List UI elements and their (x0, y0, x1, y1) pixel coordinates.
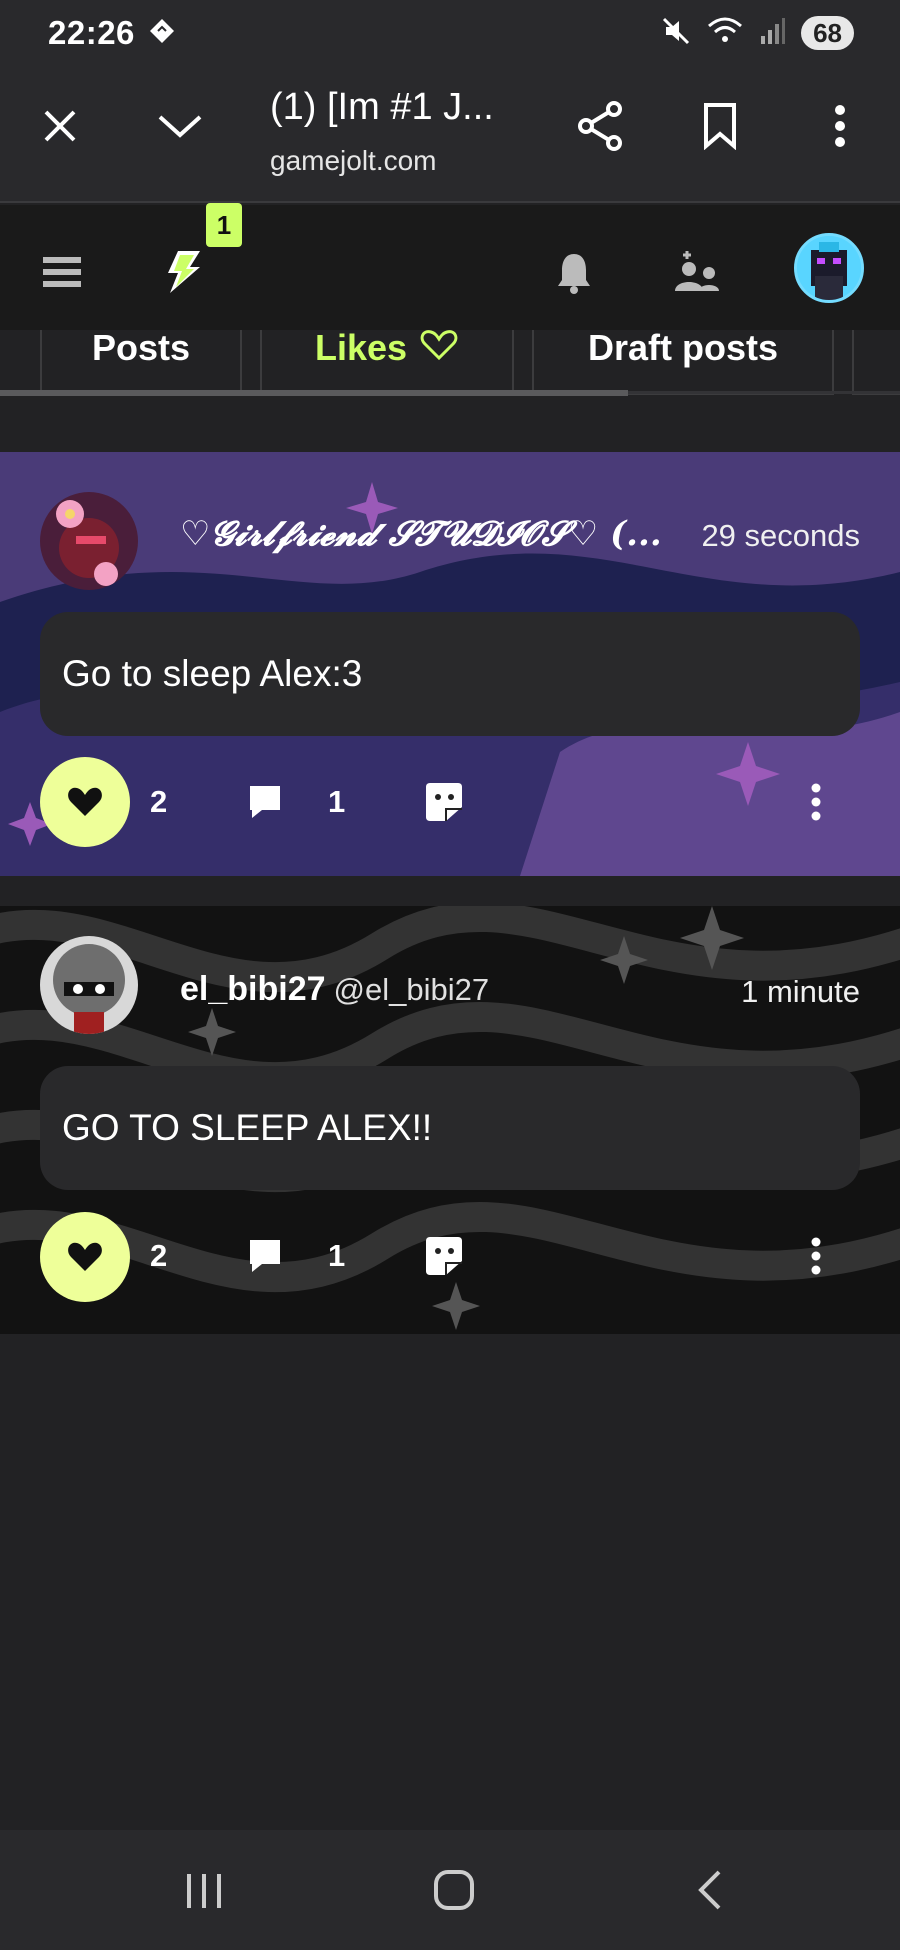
mute-icon (661, 16, 691, 51)
signal-icon (759, 16, 786, 51)
tiktok-diamond-icon (149, 18, 175, 49)
post-card[interactable]: el_bibi27 @el_bibi27 1 minute GO TO SLEEP… (0, 906, 900, 1334)
system-navigation-bar (0, 1830, 900, 1950)
post-timestamp[interactable]: 29 seconds (701, 518, 860, 554)
chevron-down-icon[interactable] (150, 96, 210, 156)
status-bar: 22:26 68 (0, 0, 900, 66)
tab-title[interactable]: (1) [Im #1 J... (270, 86, 494, 129)
tab-draft-posts[interactable]: Draft posts (532, 330, 834, 395)
tab-scroll-indicator (0, 390, 628, 396)
comment-count: 1 (328, 1238, 346, 1273)
heart-outline-icon (419, 330, 459, 369)
wifi-icon (707, 16, 743, 51)
back-icon[interactable] (680, 1860, 740, 1920)
post-author-name[interactable]: el_bibi27 @el_bibi27 (180, 970, 489, 1009)
post-body[interactable]: GO TO SLEEP ALEX!! (40, 1066, 860, 1190)
browser-toolbar: (1) [Im #1 J... gamejolt.com (0, 66, 900, 203)
like-count: 2 (150, 1238, 168, 1273)
sticker-icon[interactable] (422, 1234, 466, 1278)
post-author-name[interactable]: ♡𝓖𝓲𝓻𝓵𝓯𝓻𝓲𝓮𝓷𝓭 𝓢𝓣𝓤𝓓𝓘𝓞𝓢♡ (... (180, 514, 662, 554)
tab-posts-label: Posts (91, 330, 191, 368)
menu-icon[interactable] (40, 250, 84, 294)
like-button[interactable] (40, 757, 130, 847)
post-timestamp[interactable]: 1 minute (741, 974, 860, 1010)
status-time: 22:26 (48, 14, 135, 51)
tab-more[interactable] (852, 330, 900, 395)
more-vert-icon[interactable] (810, 96, 870, 156)
notification-badge: 1 (206, 203, 242, 247)
comment-icon[interactable] (244, 782, 286, 822)
like-count: 2 (150, 784, 168, 819)
gamejolt-bolt-icon[interactable] (158, 247, 208, 297)
author-avatar[interactable] (40, 492, 138, 590)
bell-icon[interactable] (552, 247, 596, 297)
bookmark-icon[interactable] (690, 96, 750, 156)
gamejolt-top-nav (0, 205, 900, 343)
post-more-icon[interactable] (806, 780, 826, 824)
tab-posts[interactable]: Posts (40, 330, 242, 395)
recent-apps-icon[interactable] (174, 1860, 234, 1920)
friend-requests-icon[interactable] (672, 247, 722, 297)
post-author-display-name: el_bibi27 (180, 970, 326, 1008)
page-url[interactable]: gamejolt.com (270, 145, 437, 177)
author-avatar[interactable] (40, 936, 138, 1034)
comment-icon[interactable] (244, 1236, 286, 1276)
tab-likes[interactable]: Likes (260, 330, 514, 395)
tab-draft-posts-label: Draft posts (587, 330, 779, 368)
share-icon[interactable] (570, 96, 630, 156)
close-icon[interactable] (30, 96, 90, 156)
home-icon[interactable] (424, 1860, 484, 1920)
sticker-icon[interactable] (422, 780, 466, 824)
post-body[interactable]: Go to sleep Alex:3 (40, 612, 860, 736)
post-card[interactable]: ♡𝓖𝓲𝓻𝓵𝓯𝓻𝓲𝓮𝓷𝓭 𝓢𝓣𝓤𝓓𝓘𝓞𝓢♡ (... 29 seconds Go … (0, 452, 900, 876)
post-more-icon[interactable] (806, 1234, 826, 1278)
post-author-handle: @el_bibi27 (333, 972, 490, 1007)
user-avatar[interactable] (794, 233, 864, 303)
comment-count: 1 (328, 784, 346, 819)
battery-indicator: 68 (801, 16, 854, 50)
tab-likes-label: Likes (314, 330, 408, 368)
like-button[interactable] (40, 1212, 130, 1302)
